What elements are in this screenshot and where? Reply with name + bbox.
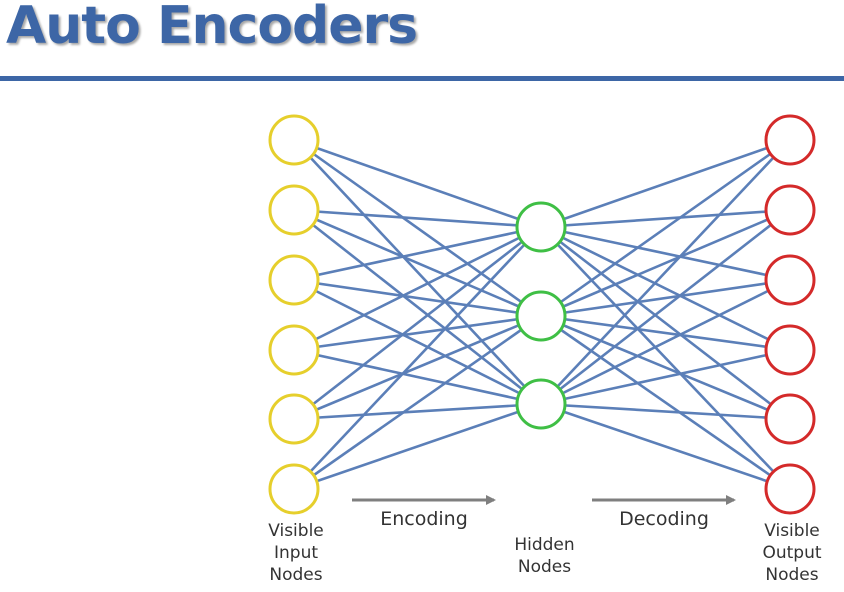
output-label-line-3: Nodes	[765, 565, 819, 585]
input-node-1	[268, 114, 320, 166]
output-node-6	[764, 463, 816, 515]
hidden-node-2	[515, 290, 567, 342]
edge-hidden-1-output-1	[540, 138, 791, 229]
edge-input-2-hidden-2	[293, 208, 542, 318]
input-node-4	[268, 324, 320, 376]
hidden-node-1	[515, 201, 567, 253]
edge-hidden-3-output-2	[540, 208, 791, 406]
output-node-3	[764, 254, 816, 306]
decoding-label: Decoding	[619, 508, 709, 530]
output-node-4	[764, 324, 816, 376]
input-label-line-1: Visible	[268, 521, 324, 541]
network-nodes	[268, 114, 816, 515]
edge-hidden-2-output-2	[540, 208, 791, 318]
hidden-label-line-2: Nodes	[517, 557, 572, 577]
input-label-line-2: Input	[273, 543, 319, 563]
input-node-3	[268, 254, 320, 306]
autoencoder-diagram	[268, 114, 816, 515]
hidden-node-3	[515, 378, 567, 430]
input-node-2	[268, 184, 320, 236]
edge-hidden-1-output-2	[540, 208, 791, 229]
edge-hidden-2-output-4	[540, 314, 791, 352]
edge-input-2-hidden-3	[293, 208, 542, 406]
hidden-label-line-1: Hidden	[514, 535, 575, 555]
input-node-5	[268, 393, 320, 445]
edge-input-5-hidden-1	[293, 225, 542, 421]
edge-hidden-1-output-5	[540, 225, 791, 421]
input-nodes-label: Visible Input Nodes	[246, 520, 346, 586]
output-node-5	[764, 393, 816, 445]
edge-input-2-hidden-1	[293, 208, 542, 229]
output-label-line-1: Visible	[764, 521, 820, 541]
input-node-6	[268, 463, 320, 515]
input-label-line-3: Nodes	[269, 565, 323, 585]
output-node-2	[764, 184, 816, 236]
output-node-1	[764, 114, 816, 166]
output-label-line-2: Output	[762, 543, 822, 563]
edge-input-1-hidden-1	[293, 138, 542, 229]
encoding-label: Encoding	[380, 508, 468, 530]
output-nodes-label: Visible Output Nodes	[742, 520, 842, 586]
hidden-nodes-label: Hidden Nodes	[492, 534, 597, 578]
